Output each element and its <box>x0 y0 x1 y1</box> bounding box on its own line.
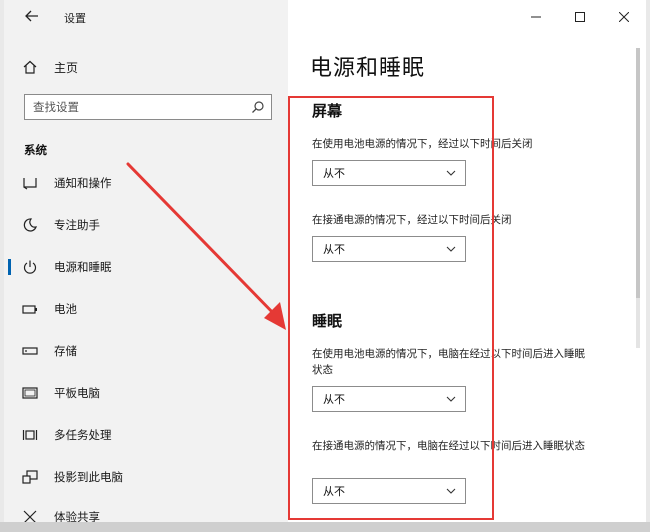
maximize-icon <box>575 12 585 22</box>
sidebar-item-notifications[interactable]: 通知和操作 <box>4 166 288 200</box>
tablet-icon <box>22 387 38 399</box>
sidebar-item-label: 存储 <box>54 344 77 358</box>
sidebar-item-storage[interactable]: 存储 <box>4 334 288 368</box>
storage-icon <box>22 347 38 355</box>
sleep-group-title: 睡眠 <box>312 312 343 330</box>
sidebar-item-label: 通知和操作 <box>54 176 112 190</box>
search-box[interactable] <box>24 94 272 120</box>
sleep-battery-desc: 在使用电池电源的情况下，电脑在经过以下时间后进入睡眠状态 <box>312 348 585 376</box>
minimize-button[interactable] <box>514 0 558 34</box>
screen-plugged-desc: 在接通电源的情况下，经过以下时间后关闭 <box>312 214 512 226</box>
window-controls <box>514 0 646 34</box>
sidebar: 设置 主页 系统 通知和操作 专注助手 电源和睡眠 电池 <box>4 0 288 532</box>
screen-plugged-dropdown[interactable]: 从不 <box>312 236 466 262</box>
minimize-icon <box>531 16 541 18</box>
back-button[interactable] <box>22 8 42 26</box>
section-label: 系统 <box>24 143 47 157</box>
sleep-plugged-dropdown[interactable]: 从不 <box>312 478 466 504</box>
search-icon[interactable] <box>251 100 265 114</box>
close-button[interactable] <box>602 0 646 34</box>
sidebar-item-label: 多任务处理 <box>54 428 112 442</box>
sidebar-item-tablet[interactable]: 平板电脑 <box>4 376 288 410</box>
bottom-edge <box>0 522 650 532</box>
multitask-icon <box>22 430 38 440</box>
scrollbar-thumb[interactable] <box>636 48 640 298</box>
project-icon <box>22 470 38 484</box>
dropdown-value: 从不 <box>323 167 345 180</box>
sidebar-item-project[interactable]: 投影到此电脑 <box>4 460 288 494</box>
sidebar-item-home[interactable]: 主页 <box>22 56 78 78</box>
screen-group-title: 屏幕 <box>312 102 343 120</box>
chevron-down-icon <box>446 488 456 494</box>
sleep-plugged-desc: 在接通电源的情况下，电脑在经过以下时间后进入睡眠状态 <box>312 440 585 452</box>
dropdown-value: 从不 <box>323 393 345 406</box>
power-icon <box>23 260 37 274</box>
maximize-button[interactable] <box>558 0 602 34</box>
sidebar-item-label: 电池 <box>54 302 77 316</box>
home-icon <box>23 60 37 74</box>
screen-battery-desc: 在使用电池电源的情况下，经过以下时间后关闭 <box>312 138 533 150</box>
sidebar-item-label: 投影到此电脑 <box>54 470 123 484</box>
sidebar-item-label: 电源和睡眠 <box>54 260 112 274</box>
close-icon <box>619 12 629 22</box>
dropdown-value: 从不 <box>323 243 345 256</box>
moon-icon <box>23 218 37 232</box>
dropdown-value: 从不 <box>323 485 345 498</box>
sleep-battery-dropdown[interactable]: 从不 <box>312 386 466 412</box>
battery-icon <box>22 305 37 314</box>
sidebar-item-label: 平板电脑 <box>54 386 100 400</box>
settings-window: 设置 主页 系统 通知和操作 专注助手 电源和睡眠 电池 <box>4 0 646 532</box>
sidebar-item-label: 主页 <box>54 60 79 75</box>
sidebar-item-label: 专注助手 <box>54 218 100 232</box>
chevron-down-icon <box>446 246 456 252</box>
sidebar-item-battery[interactable]: 电池 <box>4 292 288 326</box>
page-title: 电源和睡眠 <box>310 56 426 81</box>
app-title: 设置 <box>64 12 86 25</box>
sidebar-item-focus-assist[interactable]: 专注助手 <box>4 208 288 242</box>
back-arrow-icon <box>25 10 38 22</box>
notification-icon <box>23 178 37 190</box>
screen-battery-dropdown[interactable]: 从不 <box>312 160 466 186</box>
chevron-down-icon <box>446 396 456 402</box>
chevron-down-icon <box>446 170 456 176</box>
titlebar: 设置 <box>4 0 288 34</box>
search-input[interactable] <box>33 98 243 116</box>
content-pane: 电源和睡眠 屏幕 在使用电池电源的情况下，经过以下时间后关闭 从不 在接通电源的… <box>288 0 646 532</box>
sidebar-item-power-sleep[interactable]: 电源和睡眠 <box>4 250 288 284</box>
sidebar-item-multitasking[interactable]: 多任务处理 <box>4 418 288 452</box>
